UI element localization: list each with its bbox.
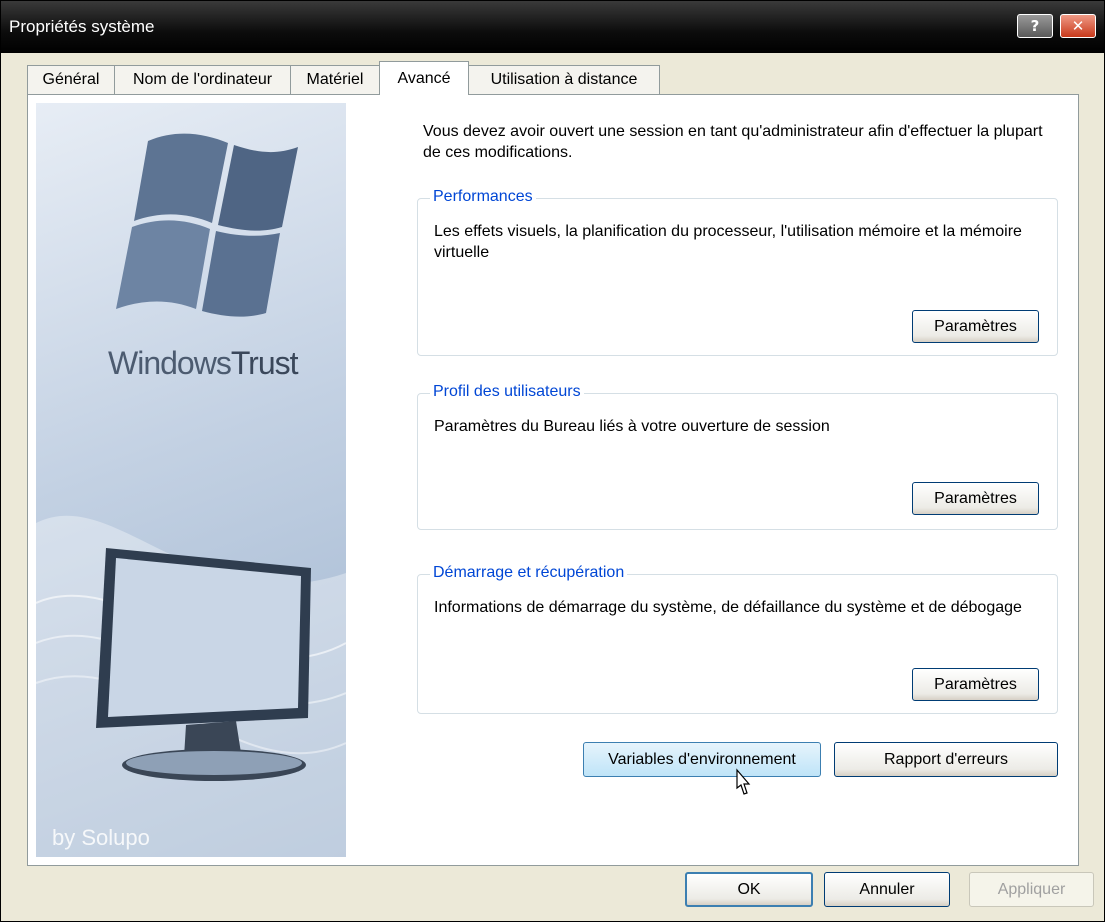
ok-button[interactable]: OK (685, 872, 813, 907)
sidebar-artwork (36, 133, 346, 857)
group-title-user-profiles: Profil des utilisateurs (430, 383, 584, 401)
window-title: Propriétés système (9, 17, 155, 36)
close-icon: ✕ (1071, 17, 1085, 35)
apply-button[interactable]: Appliquer (969, 872, 1094, 907)
group-title-startup-recovery: Démarrage et récupération (430, 564, 628, 582)
admin-notice: Vous devez avoir ouvert une session en t… (423, 123, 1043, 161)
cursor-icon (736, 768, 751, 795)
tab-computer-name[interactable]: Nom de l'ordinateur (114, 65, 291, 94)
brand-byline: by Solupo (52, 825, 150, 850)
windows-logo-icon (116, 133, 298, 317)
error-reporting-button[interactable]: Rapport d'erreurs (834, 742, 1058, 777)
group-description-performance: Les effets visuels, la planification du … (434, 223, 1022, 261)
startup-recovery-settings-button[interactable]: Paramètres (912, 668, 1039, 701)
tab-advanced[interactable]: Avancé (379, 61, 469, 95)
close-button[interactable]: ✕ (1060, 14, 1096, 38)
group-description-startup-recovery: Informations de démarrage du système, de… (434, 599, 1022, 616)
user-profiles-group: Profil des utilisateurs Paramètres du Bu… (417, 383, 1058, 530)
system-properties-window: Propriétés système ? ✕ Général Nom de l'… (0, 0, 1105, 922)
help-icon: ? (1030, 17, 1040, 35)
group-title-performance: Performances (430, 188, 536, 206)
group-description-user-profiles: Paramètres du Bureau liés à votre ouvert… (434, 418, 830, 435)
environment-variables-button[interactable]: Variables d'environnement (583, 742, 821, 777)
cancel-button[interactable]: Annuler (824, 872, 950, 907)
user-profiles-settings-button[interactable]: Paramètres (912, 482, 1039, 515)
help-button[interactable]: ? (1017, 14, 1053, 38)
branding-sidebar: WindowsTrust by Solupo (36, 103, 346, 857)
performance-settings-button[interactable]: Paramètres (912, 310, 1039, 343)
tab-remote[interactable]: Utilisation à distance (468, 65, 660, 94)
tab-hardware[interactable]: Matériel (290, 65, 380, 94)
startup-recovery-group: Démarrage et récupération Informations d… (417, 564, 1058, 714)
title-bar[interactable]: Propriétés système ? ✕ (1, 1, 1104, 53)
performance-group: Performances Les effets visuels, la plan… (417, 188, 1058, 356)
tab-general[interactable]: Général (27, 65, 115, 94)
brand-logo: WindowsTrust (108, 345, 299, 381)
advanced-tab-panel: WindowsTrust by Solupo Vous devez avoir … (27, 94, 1079, 866)
